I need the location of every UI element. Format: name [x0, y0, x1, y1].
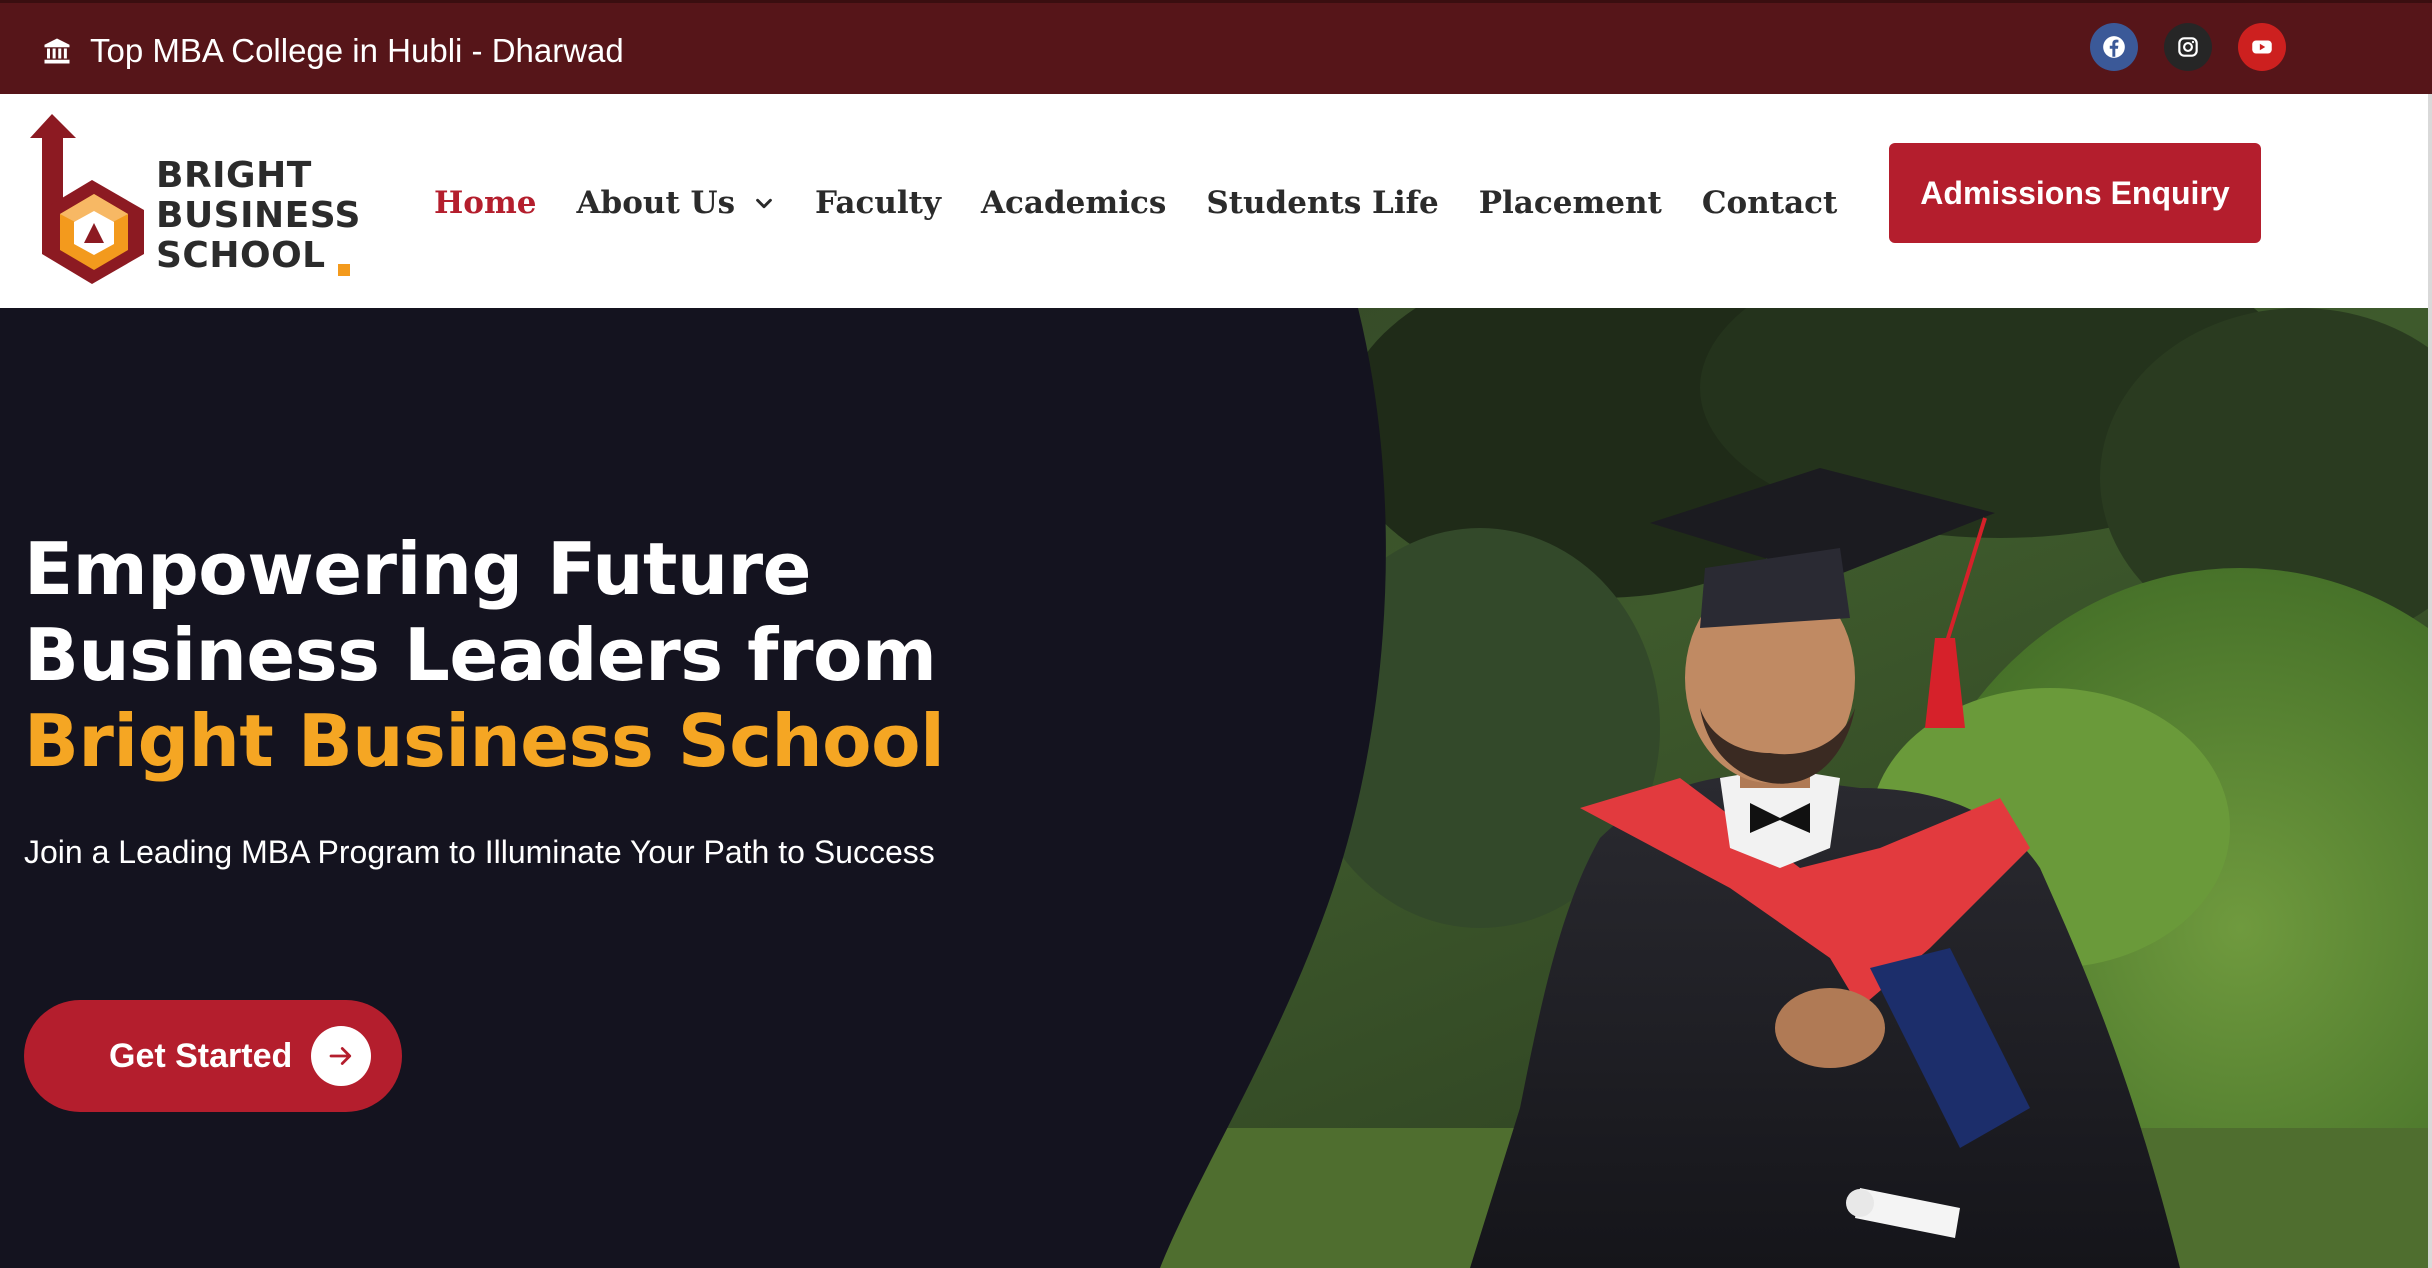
nav-placement[interactable]: Placement	[1479, 185, 1662, 221]
get-started-label: Get Started	[109, 1036, 293, 1075]
site-header: BRIGHT BUSINESS SCHOOL Home About Us Fac…	[0, 94, 2432, 308]
nav-contact[interactable]: Contact	[1702, 185, 1838, 221]
hero-title-line2: Business Leaders from	[24, 613, 937, 697]
nav-academics[interactable]: Academics	[981, 185, 1166, 221]
hero-subtitle: Join a Leading MBA Program to Illuminate…	[24, 834, 935, 870]
admissions-enquiry-label: Admissions Enquiry	[1920, 174, 2230, 211]
institution-icon	[44, 38, 70, 64]
instagram-icon	[2178, 37, 2198, 57]
logo-mark-icon	[30, 114, 144, 284]
nav-placement-label: Placement	[1478, 185, 1662, 221]
hero-title-line1: Empowering Future	[24, 527, 811, 611]
logo-text-line3: SCHOOL	[156, 235, 326, 276]
nav-academics-label: Academics	[980, 185, 1167, 221]
youtube-icon	[2252, 40, 2272, 54]
logo[interactable]: BRIGHT BUSINESS SCHOOL	[30, 114, 370, 286]
chevron-down-icon	[756, 198, 772, 209]
nav-home-label: Home	[434, 185, 537, 221]
hero-title: Empowering Future Business Leaders from …	[24, 526, 1224, 784]
nav-contact-label: Contact	[1701, 185, 1838, 221]
nav-students-life-label: Students Life	[1206, 185, 1439, 221]
nav-about-label: About Us	[576, 185, 736, 221]
facebook-icon	[2103, 36, 2125, 58]
nav-faculty[interactable]: Faculty	[815, 185, 941, 221]
logo-text-line2: BUSINESS	[156, 195, 361, 236]
hero-dark-panel	[0, 308, 1386, 1268]
nav-about-us[interactable]: About Us	[577, 185, 776, 221]
nav-faculty-label: Faculty	[815, 185, 941, 221]
nav-home[interactable]: Home	[434, 185, 537, 221]
youtube-link[interactable]	[2238, 23, 2286, 71]
instagram-link[interactable]	[2164, 23, 2212, 71]
page-scrollbar[interactable]	[2428, 94, 2432, 1268]
nav-students-life[interactable]: Students Life	[1206, 185, 1438, 221]
hero-title-accent: Bright Business School	[24, 699, 945, 783]
logo-dot	[338, 264, 350, 276]
get-started-button[interactable]: Get Started	[24, 1000, 402, 1112]
social-links	[2090, 23, 2286, 71]
arrow-right-icon	[311, 1026, 371, 1086]
top-bar: Top MBA College in Hubli - Dharwad	[0, 0, 2432, 94]
tagline: Top MBA College in Hubli - Dharwad	[42, 27, 624, 75]
hero-section: Empowering Future Business Leaders from …	[0, 308, 2432, 1268]
admissions-enquiry-button[interactable]: Admissions Enquiry	[1889, 143, 2261, 243]
logo-text-line1: BRIGHT	[156, 155, 312, 196]
tagline-text: Top MBA College in Hubli - Dharwad	[90, 32, 624, 69]
facebook-link[interactable]	[2090, 23, 2138, 71]
main-nav: Home About Us Faculty Academics Students…	[434, 178, 1877, 228]
